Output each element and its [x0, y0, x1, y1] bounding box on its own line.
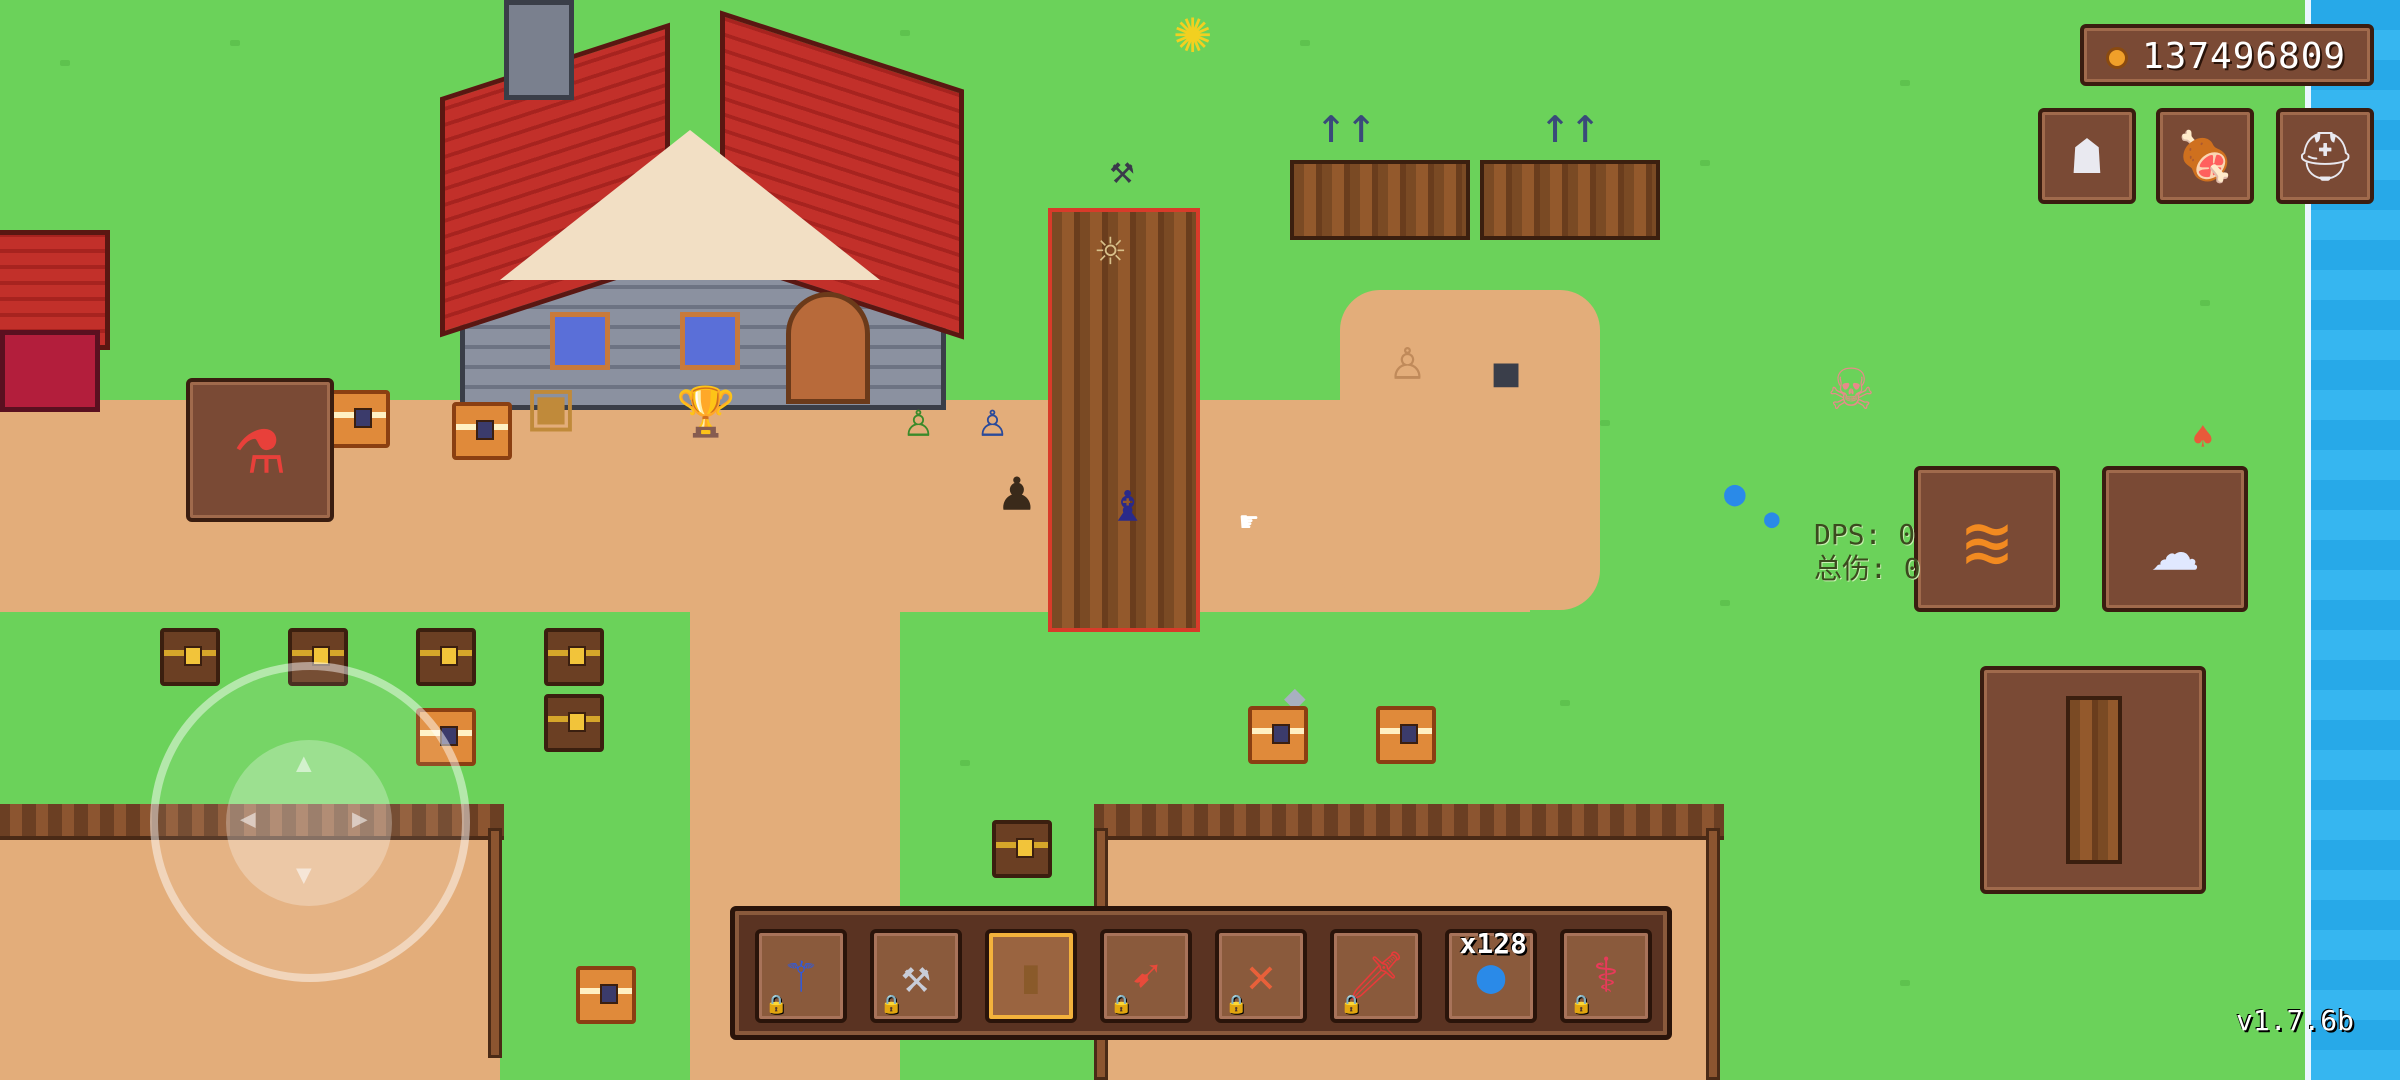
spear-icon: ↑↑ — [1316, 96, 1377, 154]
trophy-icon: 🏆 — [676, 384, 736, 440]
hotbar-slot-red-wand[interactable]: ⚕ 🔒 — [1560, 929, 1652, 1023]
lock-icon: 🔒 — [765, 994, 788, 1015]
item-count: x128 — [1459, 927, 1527, 960]
meat-icon: 🍖 — [2175, 129, 2235, 185]
joystick-up-icon: ▲ — [296, 748, 312, 778]
wooden-plank-icon: ▮ — [1016, 948, 1046, 1004]
joystick-right-icon: ▶ — [352, 804, 368, 834]
anvil-icon[interactable]: ▀ — [1494, 368, 1518, 408]
target-slot[interactable] — [1980, 666, 2206, 894]
weapon-rack-right[interactable] — [1480, 160, 1660, 240]
dirt-plaza-right — [1340, 290, 1600, 610]
red-house-wall-left — [0, 330, 100, 412]
lock-icon: 🔒 — [1340, 994, 1363, 1015]
lock-icon: 🔒 — [1570, 994, 1593, 1015]
ghost-icon: ☗ — [2072, 129, 2102, 185]
lock-icon: 🔒 — [1225, 994, 1248, 1015]
spirit-dash-icon: ☁ — [2150, 496, 2200, 589]
chest[interactable] — [1376, 706, 1436, 764]
pointer-hand-icon: ☛ — [1240, 505, 1259, 540]
player-gunner: ♟ — [1000, 459, 1034, 524]
hotbar-slot-staff[interactable]: ⚚ 🔒 — [755, 929, 847, 1023]
chest[interactable] — [416, 628, 476, 686]
chest[interactable] — [544, 694, 604, 752]
helmet-button[interactable]: ⛑ — [2276, 108, 2374, 204]
fence-right-yard — [1094, 804, 1724, 840]
meat-button[interactable]: 🍖 — [2156, 108, 2254, 204]
npc-green-elf[interactable]: ♙ — [904, 396, 933, 444]
chest[interactable] — [992, 820, 1052, 878]
hotbar-slot-red-sword[interactable]: 🗡 🔒 — [1330, 929, 1422, 1023]
dps-readout: DPS: 0 总伤: 0 — [1814, 518, 1921, 586]
blue-slime[interactable]: ● — [1764, 506, 1780, 532]
hotbar: ⚚ 🔒 ⚒ 🔒 ▮ ➹ 🔒 ✕ 🔒 🗡 🔒 ● x128 ⚕ 🔒 — [730, 906, 1672, 1040]
hotbar-slot-blue-orb[interactable]: ● x128 — [1445, 927, 1537, 1023]
fence-left-post — [488, 828, 502, 1058]
fence-right-post-right — [1706, 828, 1720, 1080]
chest[interactable] — [1248, 706, 1308, 764]
chest[interactable] — [576, 966, 636, 1024]
helmet-icon: ⛑ — [2294, 129, 2356, 185]
axe-on-log-icon: ⚒ — [1110, 147, 1135, 193]
stone-house-chimney — [504, 0, 574, 100]
chest[interactable] — [544, 628, 604, 686]
hotbar-slot-wooden-plank[interactable]: ▮ — [985, 929, 1077, 1023]
npc-farmer[interactable]: ♙ — [978, 396, 1007, 444]
blacksmith-npc[interactable]: ♙ — [1390, 330, 1425, 388]
lock-icon: 🔒 — [880, 994, 903, 1015]
hotbar-slot-crossbow[interactable]: ➹ 🔒 — [1100, 929, 1192, 1023]
wagon-prop: ▣ — [530, 364, 573, 446]
currency-counter: 137496809 — [2080, 24, 2374, 86]
potion-button[interactable]: ⚗ — [186, 378, 334, 522]
weapon-rack-left[interactable] — [1290, 160, 1470, 240]
mushroom-icon: ♠ — [2192, 417, 2214, 458]
version-label: v1.7.6b — [2236, 1004, 2355, 1037]
house-window-left — [550, 312, 610, 370]
lion-emblem-icon: ☼ — [1096, 224, 1125, 280]
coin-icon — [2106, 47, 2128, 69]
chest[interactable] — [330, 390, 390, 448]
hotbar-slot-double-crossbow[interactable]: ✕ 🔒 — [1215, 929, 1307, 1023]
mage-companion: ♝ — [1112, 474, 1144, 534]
prize-wheel-icon[interactable]: ✺ — [1174, 0, 1211, 62]
blue-slime[interactable]: ● — [1724, 476, 1746, 512]
dps-label: DPS: 0 — [1814, 518, 1916, 551]
fire-claw-icon: ≋ — [1962, 496, 2012, 589]
joystick-left-icon: ◀ — [240, 804, 256, 834]
hotbar-slot-axe[interactable]: ⚒ 🔒 — [870, 929, 962, 1023]
lock-icon: 🔒 — [1110, 994, 1133, 1015]
wooden-log-icon — [2066, 696, 2122, 864]
total-damage-label: 总伤: 0 — [1814, 552, 1921, 585]
health-potion-icon: ⚗ — [235, 399, 285, 492]
fire-claw-skill-button[interactable]: ≋ — [1914, 466, 2060, 612]
chest[interactable] — [452, 402, 512, 460]
spear-icon: ↑↑ — [1540, 96, 1601, 154]
house-window-right — [680, 312, 740, 370]
currency-amount: 137496809 — [2142, 36, 2347, 77]
spirit-dash-skill-button[interactable]: ☁ — [2102, 466, 2248, 612]
chest[interactable] — [160, 628, 220, 686]
skeleton-dummy[interactable]: ☠ — [1830, 350, 1872, 420]
joystick-down-icon: ▼ — [296, 860, 312, 890]
house-door[interactable] — [786, 292, 870, 404]
dirt-path-left — [0, 400, 160, 612]
ghost-button[interactable]: ☗ — [2038, 108, 2136, 204]
